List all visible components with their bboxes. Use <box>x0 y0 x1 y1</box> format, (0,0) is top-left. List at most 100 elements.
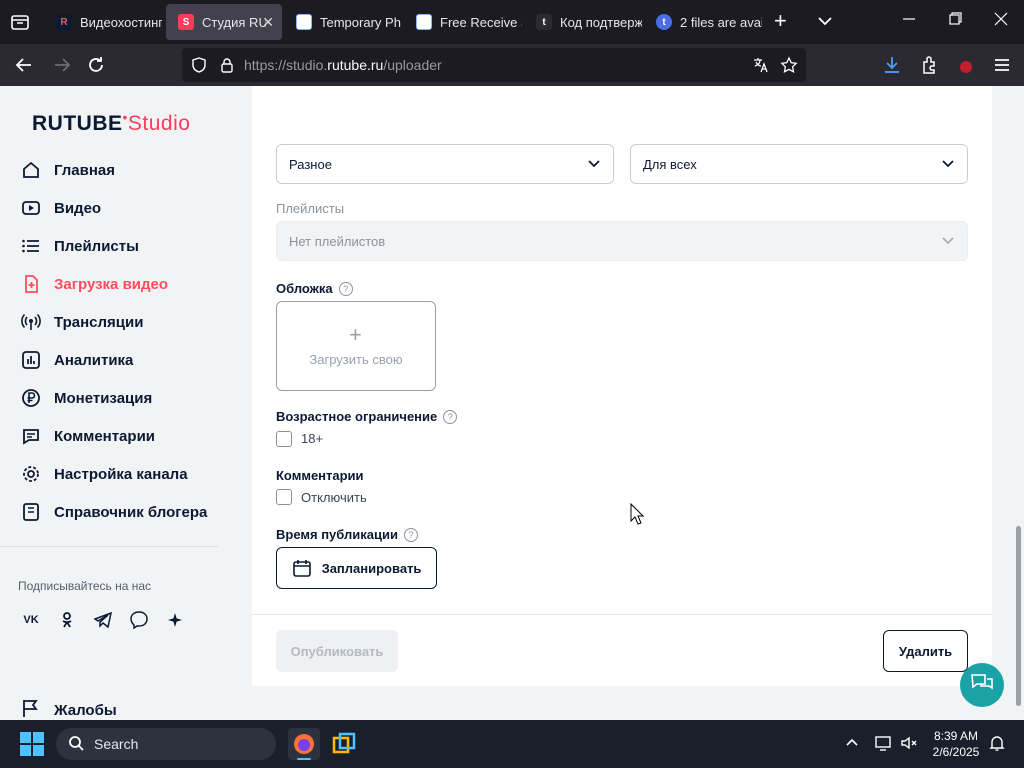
search-label: Search <box>94 736 139 752</box>
calendar-icon <box>292 558 312 578</box>
sidebar-item-upload-video[interactable]: Загрузка видео <box>20 271 168 297</box>
delete-button[interactable]: Удалить <box>883 630 968 672</box>
browser-tab-0[interactable]: R Видеохостинг <box>44 4 162 40</box>
sidebar-item-analytics[interactable]: Аналитика <box>20 347 133 373</box>
cover-label-text: Обложка <box>276 281 333 296</box>
ok-icon[interactable] <box>56 609 78 631</box>
chevron-up-icon[interactable] <box>844 734 860 755</box>
menu-icon[interactable] <box>990 53 1014 77</box>
lock-icon[interactable] <box>218 56 236 79</box>
close-tab-icon[interactable]: ✕ <box>262 14 274 31</box>
help-icon[interactable]: ? <box>403 527 418 542</box>
logo-dot: • <box>122 109 128 125</box>
app-taskbar-icon[interactable] <box>332 732 356 761</box>
playlists-placeholder: Нет плейлистов <box>289 233 386 249</box>
video-icon <box>20 197 42 219</box>
reload-icon[interactable] <box>84 53 108 77</box>
plus-icon: + <box>349 322 362 347</box>
publish-button[interactable]: Опубликовать <box>276 630 398 672</box>
bookmark-star-icon[interactable] <box>780 56 798 79</box>
book-icon <box>20 501 42 523</box>
clock-date: 2/6/2025 <box>932 745 980 759</box>
browser-tab-5[interactable]: t 2 files are avail <box>644 4 762 40</box>
tab-title: Temporary Ph <box>320 14 401 30</box>
home-icon <box>20 159 42 181</box>
browser-tab-1[interactable]: S Студия RUT ✕ <box>166 4 282 40</box>
help-icon[interactable]: ? <box>338 281 353 296</box>
cover-upload-label: Загрузить свою <box>309 352 403 367</box>
sidebar-item-video[interactable]: Видео <box>20 195 101 221</box>
broadcast-icon <box>20 311 42 333</box>
help-icon[interactable]: ? <box>443 409 458 424</box>
disable-comments-label: Отключить <box>301 490 367 505</box>
sidebar-item-complaints[interactable]: Жалобы <box>20 698 117 720</box>
publish-time-text: Время публикации <box>276 527 398 542</box>
age-18-label: 18+ <box>301 431 324 446</box>
addon-icon[interactable] <box>954 53 978 77</box>
sparkle-icon[interactable] <box>164 609 186 631</box>
minimize-icon[interactable] <box>900 10 918 33</box>
system-clock[interactable]: 8:39 AM 2/6/2025 <box>928 728 984 760</box>
firefox-taskbar-button[interactable] <box>288 728 320 760</box>
sidebar-item-broadcasts[interactable]: Трансляции <box>20 309 143 335</box>
t-icon: t <box>536 14 552 30</box>
support-chat-button[interactable] <box>960 663 1004 707</box>
audience-select[interactable]: Для всех <box>630 144 968 184</box>
sidebar-item-comments[interactable]: Комментарии <box>20 423 155 449</box>
back-arrow-icon[interactable] <box>12 53 36 77</box>
forward-arrow-icon[interactable] <box>50 53 74 77</box>
category-value: Разное <box>289 156 332 172</box>
doc-icon <box>416 14 432 30</box>
disable-comments-checkbox[interactable] <box>276 489 292 505</box>
sidebar-item-home[interactable]: Главная <box>20 157 115 183</box>
download-icon[interactable] <box>880 53 904 77</box>
shield-icon[interactable] <box>190 56 208 79</box>
tab-title: Код подтверж <box>560 14 642 30</box>
browser-nav-bar: https://studio.rutube.ru/uploader 32 <box>0 44 1024 107</box>
address-bar[interactable]: https://studio.rutube.ru/uploader <box>182 48 806 82</box>
viber-icon[interactable] <box>128 609 150 631</box>
telegram-icon[interactable] <box>92 609 114 631</box>
sidebar-item-playlists[interactable]: Плейлисты <box>20 233 139 259</box>
extensions-icon[interactable] <box>918 53 942 77</box>
sidebar-item-monetization[interactable]: Монетизация <box>20 385 152 411</box>
t-icon-blue: t <box>656 14 672 30</box>
browser-tab-4[interactable]: t Код подтверж <box>524 4 642 40</box>
mouse-cursor-icon <box>630 502 645 530</box>
browser-tab-3[interactable]: Free Receive S <box>404 4 522 40</box>
playlists-label: Плейлисты <box>276 201 345 216</box>
category-select[interactable]: Разное <box>276 144 614 184</box>
page-scrollbar[interactable] <box>1016 526 1021 706</box>
close-window-icon[interactable] <box>992 10 1010 33</box>
translate-icon[interactable] <box>752 56 770 79</box>
sidebar-item-blogger-guide[interactable]: Справочник блогера <box>20 499 207 525</box>
rutube-studio-logo[interactable]: RUTUBE•Studio <box>32 109 191 136</box>
url-text: https://studio.rutube.ru/uploader <box>244 57 442 73</box>
volume-muted-icon[interactable] <box>900 734 918 757</box>
tab-list-icon[interactable] <box>8 10 32 34</box>
audience-value: Для всех <box>643 156 697 172</box>
firefox-icon <box>292 732 316 761</box>
sidebar-item-channel-settings[interactable]: Настройка канала <box>20 461 188 487</box>
windows-start-icon[interactable] <box>20 732 44 761</box>
chevron-down-icon <box>587 157 601 174</box>
browser-tab-2[interactable]: Temporary Ph <box>284 4 402 40</box>
age-18-checkbox[interactable] <box>276 431 292 447</box>
maximize-icon[interactable] <box>946 10 964 33</box>
schedule-button[interactable]: Запланировать <box>276 547 437 589</box>
sidebar-item-label: Загрузка видео <box>54 275 169 293</box>
search-icon <box>68 735 84 754</box>
vk-icon[interactable]: VK <box>20 609 42 631</box>
chat-icon <box>970 672 994 699</box>
tab-title: 2 files are avail <box>680 14 762 30</box>
chevron-down-icon[interactable] <box>816 12 834 35</box>
taskbar-search[interactable]: Search <box>56 728 276 760</box>
url-path: /uploader <box>383 57 442 73</box>
logo-studio: Studio <box>127 112 191 135</box>
age-restriction-label: Возрастное ограничение ? <box>276 409 458 424</box>
new-tab-icon[interactable]: + <box>774 10 787 32</box>
schedule-label: Запланировать <box>321 560 422 576</box>
notification-bell-icon[interactable] <box>988 734 1006 757</box>
cover-upload-button[interactable]: + Загрузить свою <box>276 301 436 391</box>
network-icon[interactable] <box>874 734 892 757</box>
